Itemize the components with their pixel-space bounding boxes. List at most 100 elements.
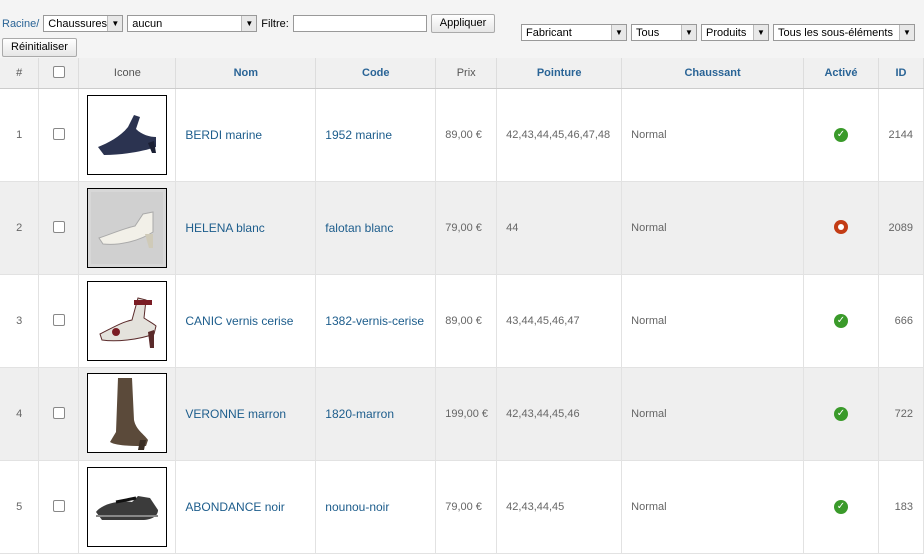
- product-id: 666: [878, 274, 924, 368]
- subelements-select[interactable]: Tous les sous-éléments ▼: [773, 24, 915, 41]
- row-checkbox[interactable]: [52, 499, 65, 512]
- sandal-cherry-icon[interactable]: [87, 281, 168, 361]
- product-fit: Normal: [621, 460, 804, 554]
- product-thumbnail-cell: [78, 460, 177, 554]
- shoe-pump-navy-icon[interactable]: [87, 95, 168, 175]
- row-checkbox[interactable]: [52, 313, 65, 326]
- col-active[interactable]: Activé: [803, 58, 879, 89]
- reset-button[interactable]: Réinitialiser: [2, 38, 77, 57]
- product-code-link[interactable]: 1382-vernis-cerise: [315, 274, 437, 368]
- product-code-link[interactable]: 1952 marine: [315, 88, 437, 182]
- col-id[interactable]: ID: [878, 58, 924, 89]
- all-select[interactable]: Tous ▼: [631, 24, 697, 41]
- product-name-link[interactable]: VERONNE marron: [175, 367, 317, 461]
- col-select-all: [38, 58, 80, 89]
- product-active: ✓: [803, 88, 879, 182]
- product-fit: Normal: [621, 88, 804, 182]
- product-active: ✓: [803, 460, 879, 554]
- col-num: #: [0, 58, 40, 89]
- row-checkbox[interactable]: [52, 127, 65, 140]
- filter-label: Filtre:: [261, 17, 289, 30]
- chevron-down-icon: ▼: [899, 25, 914, 40]
- inactive-dot-icon[interactable]: [833, 219, 848, 234]
- product-sizes: 42,43,44,45,46,47,48: [496, 88, 623, 182]
- product-sizes: 42,43,44,45: [496, 460, 623, 554]
- row-number: 2: [0, 181, 40, 275]
- product-thumbnail-cell: [78, 274, 177, 368]
- row-checkbox[interactable]: [52, 406, 65, 419]
- reset-wrap: Réinitialiser: [2, 38, 77, 57]
- boot-brown-icon[interactable]: [87, 373, 168, 453]
- active-check-icon[interactable]: ✓: [833, 128, 848, 142]
- product-name-link[interactable]: HELENA blanc: [175, 181, 317, 275]
- product-fit: Normal: [621, 181, 804, 275]
- col-fit[interactable]: Chaussant: [621, 58, 804, 89]
- sandal-white-icon[interactable]: [87, 188, 168, 268]
- list-filters: Fabricant ▼ Tous ▼ Produits ▼ Tous les sous…: [521, 24, 915, 41]
- product-id: 2144: [878, 88, 924, 182]
- product-table: # Icone Nom Code Prix Pointure Chaussant…: [0, 58, 924, 554]
- product-price: 79,00 €: [435, 181, 498, 275]
- row-checkbox[interactable]: [52, 220, 65, 233]
- chevron-down-icon: ▼: [241, 16, 257, 31]
- col-price[interactable]: Prix: [435, 58, 498, 89]
- product-code-link[interactable]: falotan blanc: [315, 181, 437, 275]
- row-select: [38, 274, 80, 368]
- product-name-link[interactable]: BERDI marine: [175, 88, 317, 182]
- subcategory-select[interactable]: aucun ▼: [127, 15, 258, 32]
- products-select[interactable]: Produits ▼: [701, 24, 769, 41]
- row-number: 4: [0, 367, 40, 461]
- product-price: 89,00 €: [435, 88, 498, 182]
- product-active: ✓: [803, 274, 879, 368]
- table-row[interactable]: 4 VERONNE marron 1820-marron 199,00 €42,43,…: [0, 367, 924, 461]
- table-body: 1 BERDI marine 1952 marine 89,00 €42,43,44,…: [0, 88, 924, 554]
- product-sizes: 43,44,45,46,47: [496, 274, 623, 368]
- table-row[interactable]: 2 HELENA blanc falotan blanc 79,00 €44 Norma…: [0, 181, 924, 275]
- product-name-link[interactable]: CANIC vernis cerise: [175, 274, 317, 368]
- table-header: # Icone Nom Code Prix Pointure Chaussant…: [0, 58, 924, 89]
- product-id: 2089: [878, 181, 924, 275]
- chevron-down-icon: ▼: [107, 16, 123, 31]
- select-all-checkbox[interactable]: [52, 65, 65, 78]
- row-select: [38, 181, 80, 275]
- filter-row: Racine/ Chaussures ▼ aucun ▼ Filtre: Appli…: [2, 14, 496, 33]
- table-row[interactable]: 5 ABONDANCE noir nounou-noir 79,00 €42,43,4…: [0, 460, 924, 554]
- product-sizes: 42,43,44,45,46: [496, 367, 623, 461]
- apply-button[interactable]: Appliquer: [430, 14, 496, 33]
- toolbar: Racine/ Chaussures ▼ aucun ▼ Filtre: Appli…: [0, 0, 924, 58]
- breadcrumb[interactable]: Racine/: [2, 18, 39, 30]
- shoe-strap-black-icon[interactable]: [87, 467, 168, 547]
- product-code-link[interactable]: nounou-noir: [315, 460, 437, 554]
- product-active: [803, 181, 879, 275]
- col-code[interactable]: Code: [315, 58, 437, 89]
- row-number: 1: [0, 88, 40, 182]
- row-number: 3: [0, 274, 40, 368]
- row-select: [38, 460, 80, 554]
- product-price: 199,00 €: [435, 367, 498, 461]
- product-id: 183: [878, 460, 924, 554]
- col-size[interactable]: Pointure: [496, 58, 623, 89]
- chevron-down-icon: ▼: [611, 25, 626, 40]
- product-thumbnail-cell: [78, 181, 177, 275]
- product-thumbnail-cell: [78, 88, 177, 182]
- category-select[interactable]: Chaussures ▼: [43, 15, 124, 32]
- row-select: [38, 88, 80, 182]
- active-check-icon[interactable]: ✓: [833, 500, 848, 514]
- product-price: 79,00 €: [435, 460, 498, 554]
- product-price: 89,00 €: [435, 274, 498, 368]
- product-code-link[interactable]: 1820-marron: [315, 367, 437, 461]
- product-active: ✓: [803, 367, 879, 461]
- col-name[interactable]: Nom: [175, 58, 317, 89]
- manufacturer-select[interactable]: Fabricant ▼: [521, 24, 627, 41]
- product-fit: Normal: [621, 274, 804, 368]
- active-check-icon[interactable]: ✓: [833, 314, 848, 328]
- col-icon: Icone: [78, 58, 177, 89]
- product-name-link[interactable]: ABONDANCE noir: [175, 460, 317, 554]
- table-row[interactable]: 3 CANIC vernis cerise 1382-vernis-cerise 89…: [0, 274, 924, 368]
- product-thumbnail-cell: [78, 367, 177, 461]
- active-check-icon[interactable]: ✓: [833, 407, 848, 421]
- filter-input[interactable]: [292, 15, 427, 32]
- row-select: [38, 367, 80, 461]
- table-row[interactable]: 1 BERDI marine 1952 marine 89,00 €42,43,44,…: [0, 88, 924, 182]
- product-sizes: 44: [496, 181, 623, 275]
